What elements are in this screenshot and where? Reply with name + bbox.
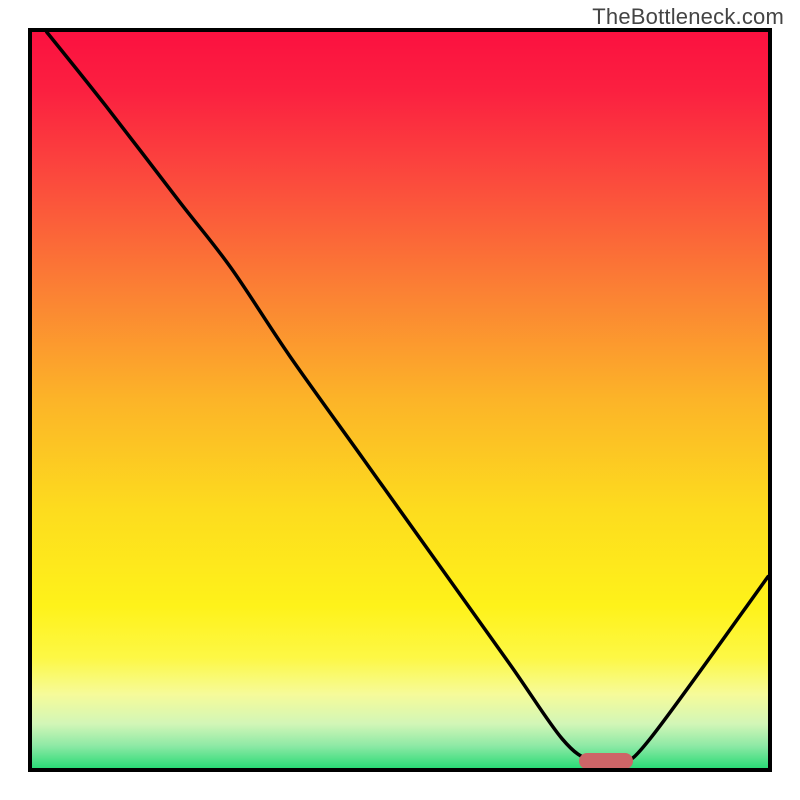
watermark-text: TheBottleneck.com <box>592 4 784 30</box>
bottleneck-curve <box>47 32 768 763</box>
curve-layer <box>32 32 768 768</box>
plot-area <box>28 28 772 772</box>
chart-container: TheBottleneck.com <box>0 0 800 800</box>
optimal-marker <box>579 753 633 769</box>
